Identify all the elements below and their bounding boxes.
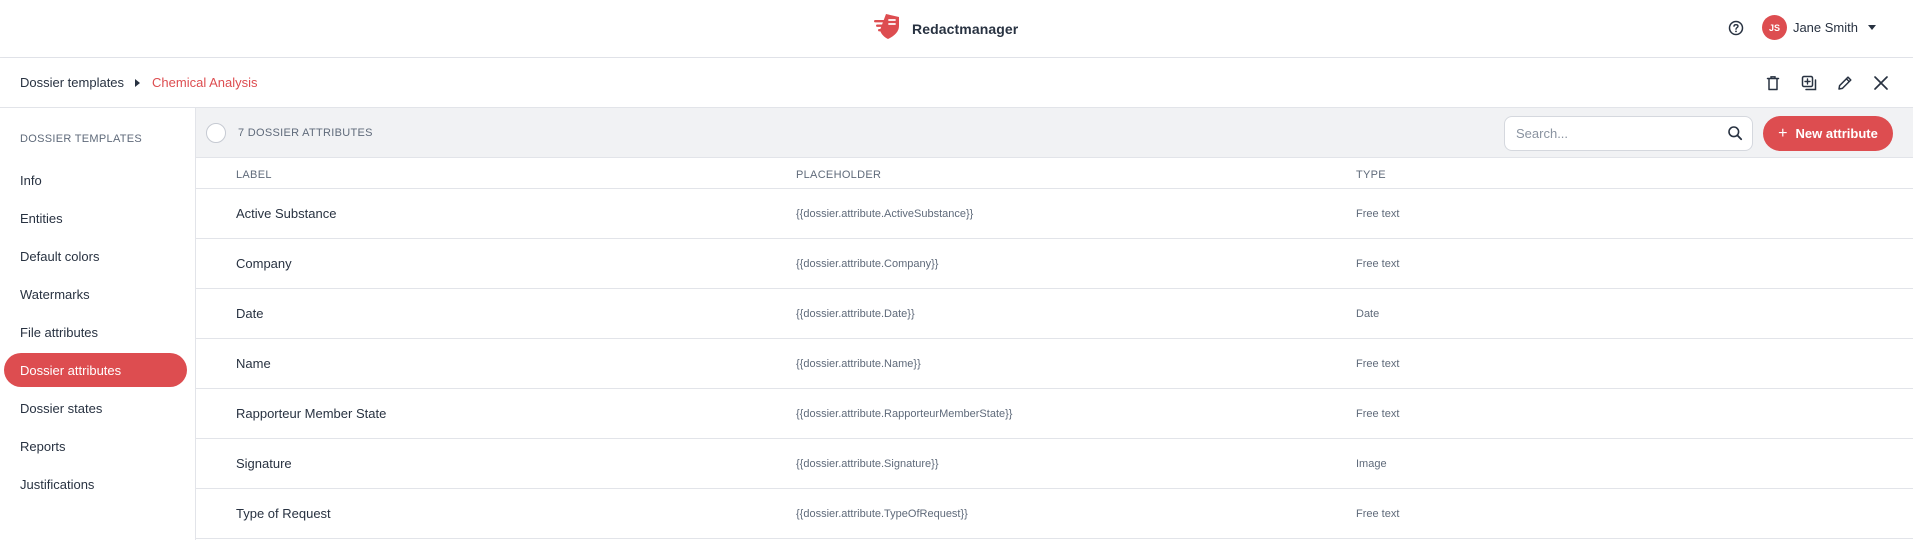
close-icon[interactable]	[1869, 71, 1893, 95]
attribute-type: Image	[1356, 458, 1387, 470]
attribute-label: Company	[236, 256, 292, 271]
delete-icon[interactable]	[1761, 71, 1785, 95]
attribute-placeholder: {{dossier.attribute.Name}}	[796, 358, 921, 370]
app-name: Redactmanager	[912, 20, 1019, 37]
table-row[interactable]: Signature {{dossier.attribute.Signature}}…	[196, 439, 1913, 489]
search-input[interactable]	[1505, 117, 1715, 150]
copy-icon[interactable]	[1797, 71, 1821, 95]
table-row[interactable]: Rapporteur Member State {{dossier.attribu…	[196, 389, 1913, 439]
sidebar: DOSSIER TEMPLATES Info Entities Default co…	[0, 108, 196, 540]
attribute-type: Free text	[1356, 508, 1400, 520]
list-header: 7 DOSSIER ATTRIBUTES + New attribute	[196, 108, 1913, 158]
column-type[interactable]: TYPE	[1356, 169, 1386, 181]
breadcrumb-dossier-templates[interactable]: Dossier templates	[20, 75, 124, 90]
table-row[interactable]: Company {{dossier.attribute.Company}} Free…	[196, 239, 1913, 289]
sidebar-heading: DOSSIER TEMPLATES	[20, 133, 143, 145]
caret-right-icon	[135, 78, 141, 87]
attribute-label: Active Substance	[236, 206, 337, 221]
avatar: JS	[1761, 15, 1787, 40]
column-label[interactable]: LABEL	[236, 169, 272, 181]
new-attribute-label: New attribute	[1795, 126, 1878, 141]
sidebar-item-info[interactable]: Info	[4, 163, 187, 197]
attribute-type: Free text	[1356, 208, 1400, 220]
plus-icon: +	[1778, 124, 1788, 142]
attribute-type: Free text	[1356, 258, 1400, 270]
sidebar-item-entities[interactable]: Entities	[4, 201, 187, 235]
main-content: 7 DOSSIER ATTRIBUTES + New attribute LAB…	[196, 108, 1913, 540]
attribute-placeholder: {{dossier.attribute.Signature}}	[796, 458, 939, 470]
breadcrumb-current[interactable]: Chemical Analysis	[152, 75, 258, 90]
attribute-placeholder: {{dossier.attribute.RapporteurMemberStat…	[796, 408, 1013, 420]
table-header: LABEL PLACEHOLDER TYPE	[196, 158, 1913, 189]
logo-icon	[873, 11, 903, 46]
sidebar-item-dossier-states[interactable]: Dossier states	[4, 391, 187, 425]
brand[interactable]: Redactmanager	[873, 11, 1018, 46]
sidebar-item-file-attributes[interactable]: File attributes	[4, 315, 187, 349]
table-row[interactable]: Active Substance {{dossier.attribute.Acti…	[196, 189, 1913, 239]
table-row[interactable]: Date {{dossier.attribute.Date}} Date	[196, 289, 1913, 339]
attribute-type: Free text	[1356, 358, 1400, 370]
sidebar-item-watermarks[interactable]: Watermarks	[4, 277, 187, 311]
search-icon[interactable]	[1727, 125, 1743, 141]
table-row[interactable]: Type of Request {{dossier.attribute.TypeO…	[196, 489, 1913, 539]
help-icon[interactable]	[1727, 19, 1745, 37]
edit-icon[interactable]	[1833, 71, 1857, 95]
attribute-label: Rapporteur Member State	[236, 406, 387, 421]
table-row[interactable]: Name {{dossier.attribute.Name}} Free text	[196, 339, 1913, 389]
search-box	[1504, 116, 1753, 151]
attribute-placeholder: {{dossier.attribute.Company}}	[796, 258, 939, 270]
attribute-count: 7 DOSSIER ATTRIBUTES	[238, 127, 373, 139]
caret-down-icon	[1868, 25, 1876, 30]
user-menu[interactable]: JS Jane Smith	[1761, 15, 1876, 40]
attribute-label: Type of Request	[236, 506, 331, 521]
attribute-table-body: Active Substance {{dossier.attribute.Acti…	[196, 189, 1913, 539]
select-all-checkbox[interactable]	[206, 123, 226, 143]
breadcrumb: Dossier templates Chemical Analysis	[20, 75, 258, 90]
top-right-controls: JS Jane Smith	[1727, 15, 1876, 40]
attribute-type: Free text	[1356, 408, 1400, 420]
attribute-label: Name	[236, 356, 271, 371]
attribute-label: Date	[236, 306, 264, 321]
sidebar-item-reports[interactable]: Reports	[4, 429, 187, 463]
attribute-label: Signature	[236, 456, 292, 471]
breadcrumb-bar: Dossier templates Chemical Analysis	[0, 58, 1913, 108]
template-actions	[1761, 71, 1893, 95]
attribute-placeholder: {{dossier.attribute.TypeOfRequest}}	[796, 508, 968, 520]
top-bar: Redactmanager JS Jane Smith	[0, 0, 1913, 58]
attribute-placeholder: {{dossier.attribute.Date}}	[796, 308, 915, 320]
user-name: Jane Smith	[1792, 20, 1858, 35]
sidebar-item-default-colors[interactable]: Default colors	[4, 239, 187, 273]
column-placeholder[interactable]: PLACEHOLDER	[796, 169, 881, 181]
new-attribute-button[interactable]: + New attribute	[1763, 116, 1893, 151]
sidebar-item-dossier-attributes[interactable]: Dossier attributes	[4, 353, 187, 387]
sidebar-nav: Info Entities Default colors Watermarks File…	[4, 163, 187, 505]
attribute-placeholder: {{dossier.attribute.ActiveSubstance}}	[796, 208, 974, 220]
attribute-type: Date	[1356, 308, 1380, 320]
sidebar-item-justifications[interactable]: Justifications	[4, 467, 187, 501]
